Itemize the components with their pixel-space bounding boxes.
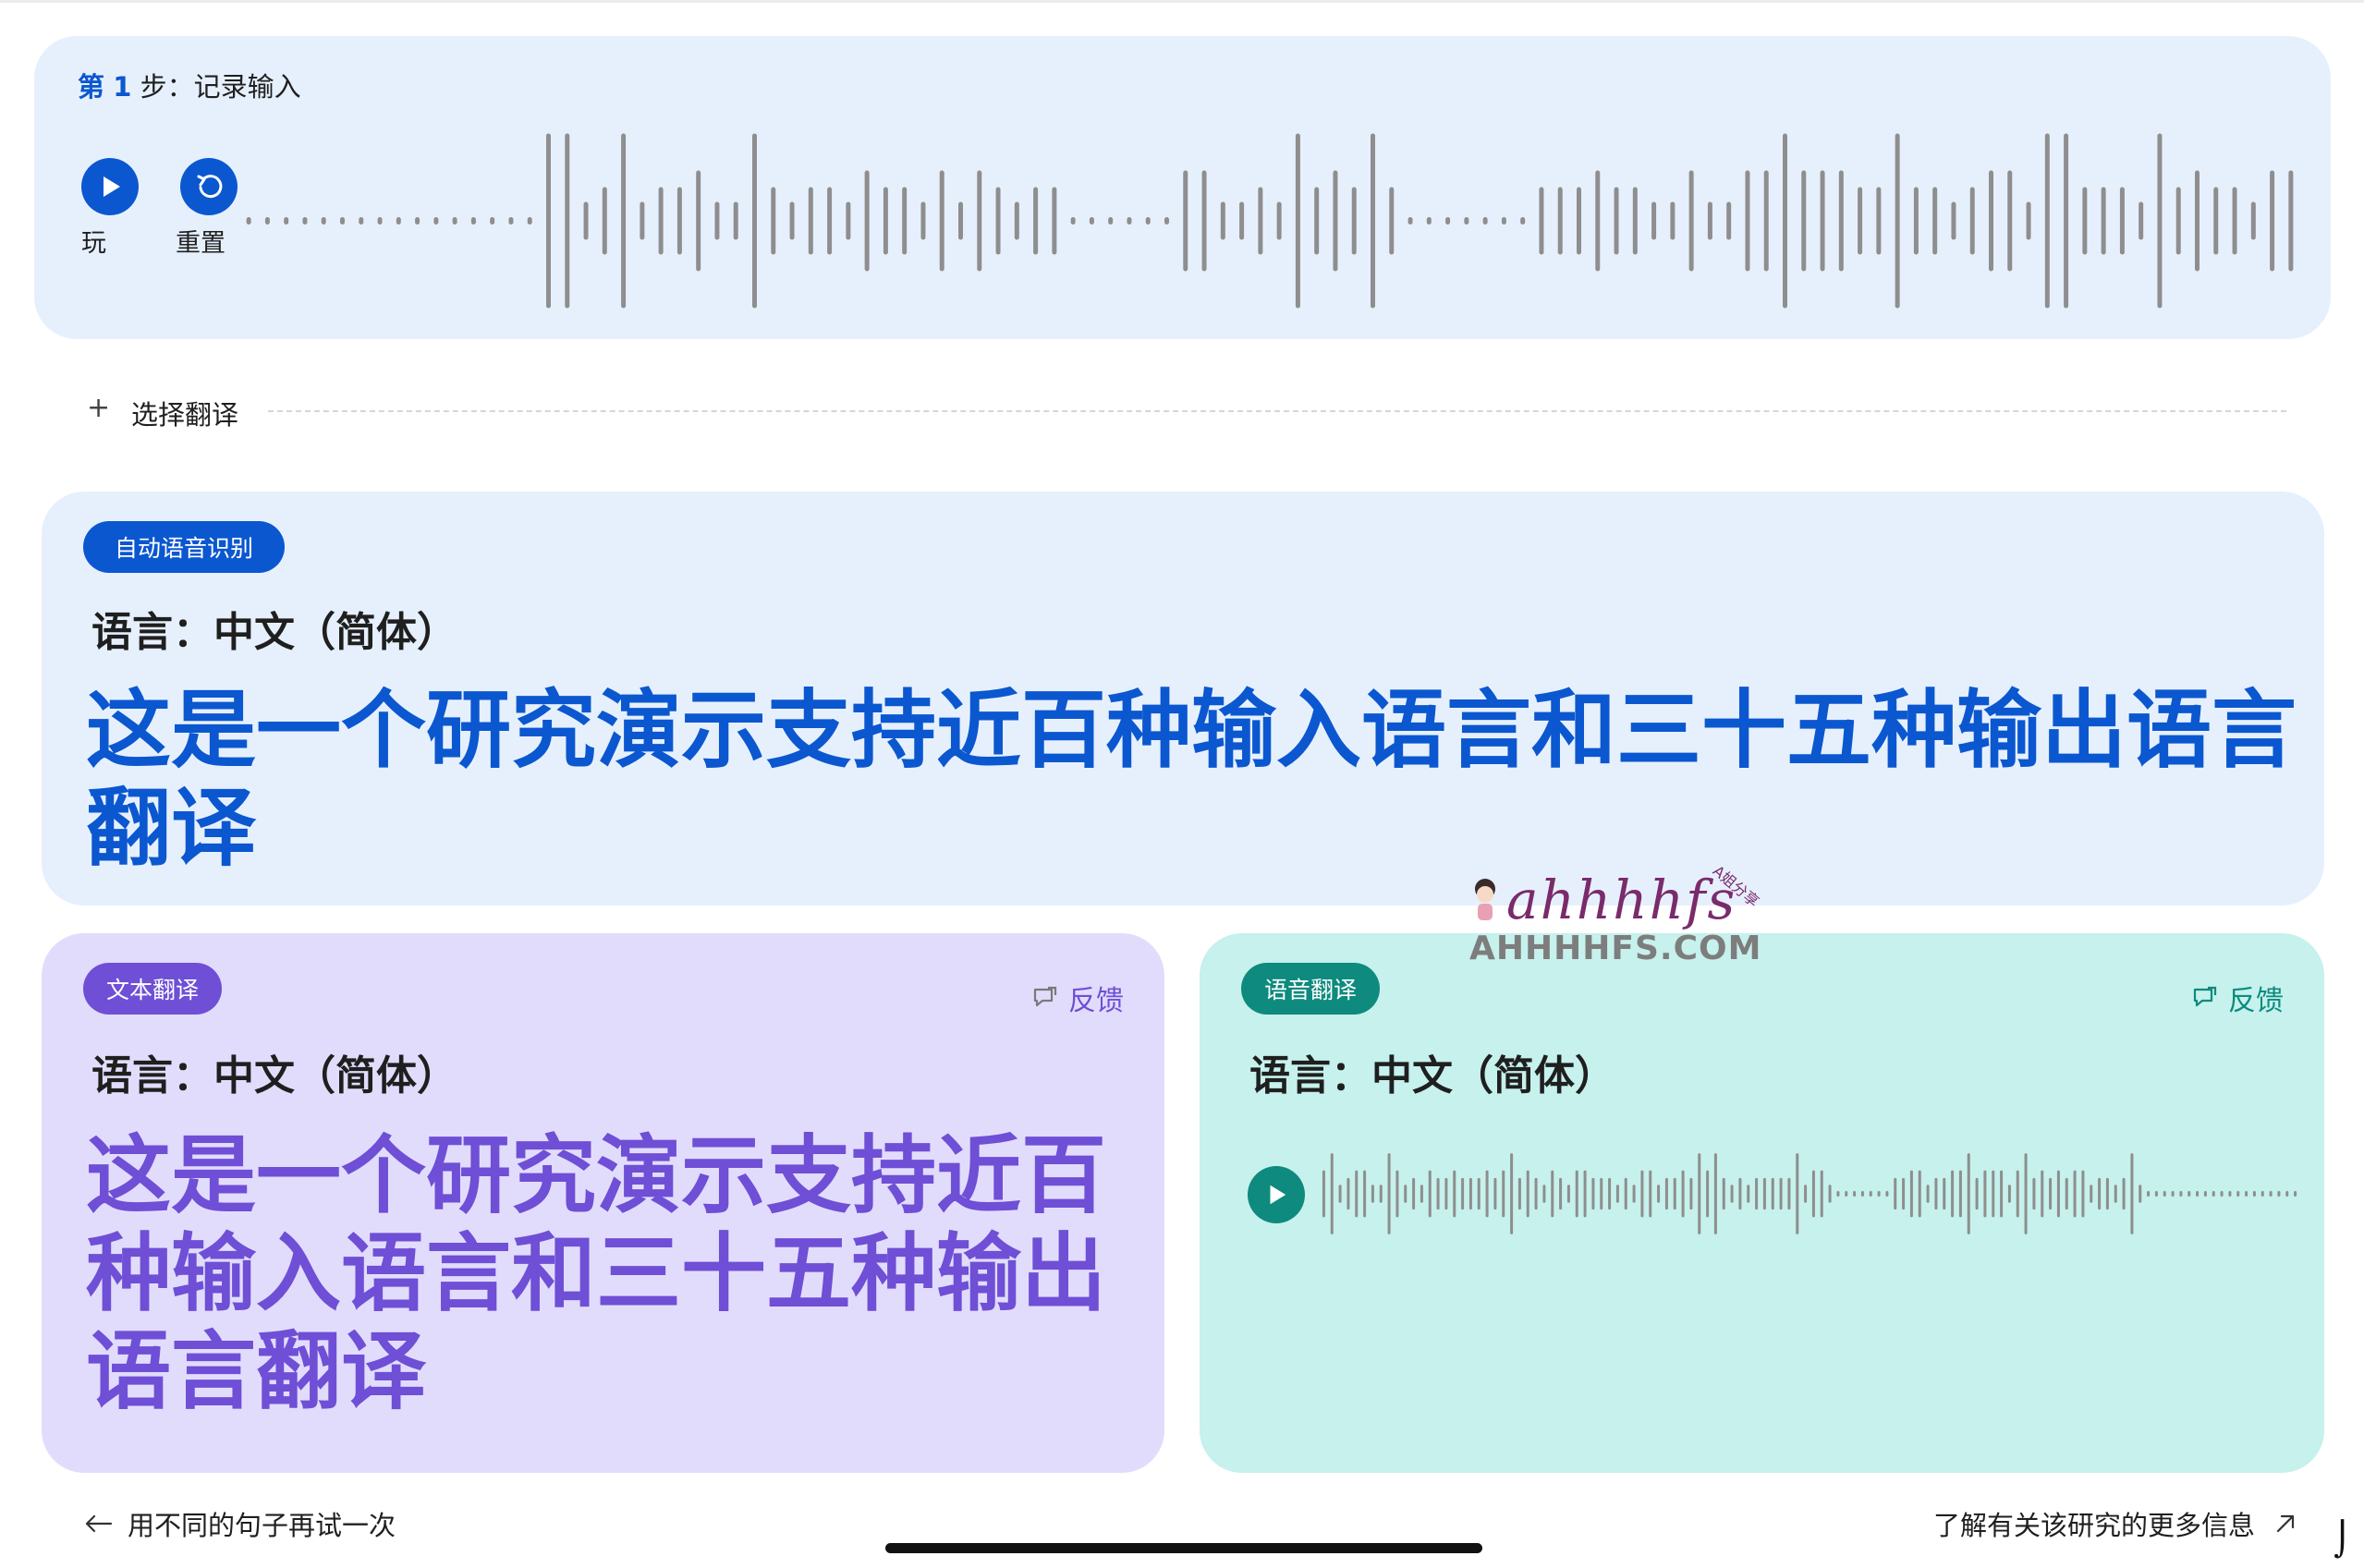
speech-play-button[interactable] — [1248, 1166, 1305, 1223]
speech-translation-language: 语言：中文（简体） — [1249, 1052, 1615, 1100]
reset-label: 重置 — [176, 229, 225, 258]
corner-glyph: ⌡ — [2334, 1521, 2351, 1559]
text-translation-card: 文本翻译 反馈 语言：中文（简体） 这是一个研究演示支持近百种输入语言和三十五种… — [42, 933, 1164, 1473]
play-icon — [104, 176, 120, 197]
play-label: 玩 — [81, 229, 106, 258]
asr-card: 自动语音识别 语言：中文（简体） 这是一个研究演示支持近百种输入语言和三十五种输… — [42, 492, 2324, 906]
text-translation-language: 语言：中文（简体） — [91, 1052, 457, 1100]
watermark-site: AHHHHFS.COM — [1469, 930, 1762, 967]
input-waveform[interactable] — [239, 128, 2300, 313]
asr-badge: 自动语音识别 — [83, 521, 285, 573]
home-indicator — [885, 1543, 1482, 1553]
record-input-card: 第 1 步：记录输入 玩 重置 — [34, 36, 2331, 339]
external-arrow-icon — [2276, 1514, 2295, 1533]
watermark: ahhhhfs A姐分享 AHHHHFS.COM — [1469, 862, 1765, 970]
play-icon — [1270, 1185, 1286, 1205]
speech-output-waveform[interactable] — [1320, 1151, 2299, 1236]
reset-button[interactable] — [180, 158, 238, 215]
watermark-script: ahhhhfs — [1506, 869, 1737, 931]
watermark-mascot-icon — [1475, 879, 1495, 920]
select-translation-row[interactable]: + 选择翻译 — [87, 392, 2286, 432]
speech-translation-card: 语音翻译 反馈 语言：中文（简体） — [1200, 933, 2324, 1473]
play-button[interactable] — [81, 158, 139, 215]
retry-link-label[interactable]: 用不同的句子再试一次 — [128, 1504, 396, 1543]
step-title-number: 1 — [113, 71, 132, 103]
feedback-icon — [1033, 986, 1057, 1007]
step-title: 第 1 步：记录输入 — [78, 66, 301, 104]
learn-more-label[interactable]: 了解有关该研究的更多信息 — [1933, 1504, 2255, 1543]
text-translation-badge: 文本翻译 — [83, 963, 222, 1015]
text-feedback-button[interactable]: 反馈 — [1031, 978, 1124, 1018]
plus-icon[interactable]: + — [87, 392, 110, 424]
asr-transcript: 这是一个研究演示支持近百种输入语言和三十五种输出语言翻译 — [86, 681, 2297, 878]
dashed-divider — [268, 410, 2286, 412]
text-translation-output: 这是一个研究演示支持近百种输入语言和三十五种输出语言翻译 — [86, 1126, 1107, 1421]
top-divider — [0, 0, 2364, 3]
speech-feedback-label: 反馈 — [2228, 985, 2284, 1017]
retry-link[interactable]: 用不同的句子再试一次 — [83, 1504, 396, 1543]
feedback-icon — [2193, 986, 2217, 1007]
play-control[interactable]: 玩 — [81, 158, 139, 259]
learn-more-link[interactable]: 了解有关该研究的更多信息 — [1933, 1504, 2297, 1543]
reset-icon — [197, 175, 223, 199]
speech-translation-badge: 语音翻译 — [1241, 963, 1380, 1015]
arrow-left-icon — [85, 1514, 113, 1533]
speech-feedback-button[interactable]: 反馈 — [2191, 978, 2284, 1018]
reset-control[interactable]: 重置 — [164, 158, 238, 259]
step-title-suffix: 步：记录输入 — [140, 71, 301, 103]
select-translation-label[interactable]: 选择翻译 — [131, 394, 238, 432]
step-title-prefix: 第 — [78, 71, 105, 103]
asr-language: 语言：中文（简体） — [91, 609, 457, 656]
text-feedback-label: 反馈 — [1068, 985, 1124, 1017]
